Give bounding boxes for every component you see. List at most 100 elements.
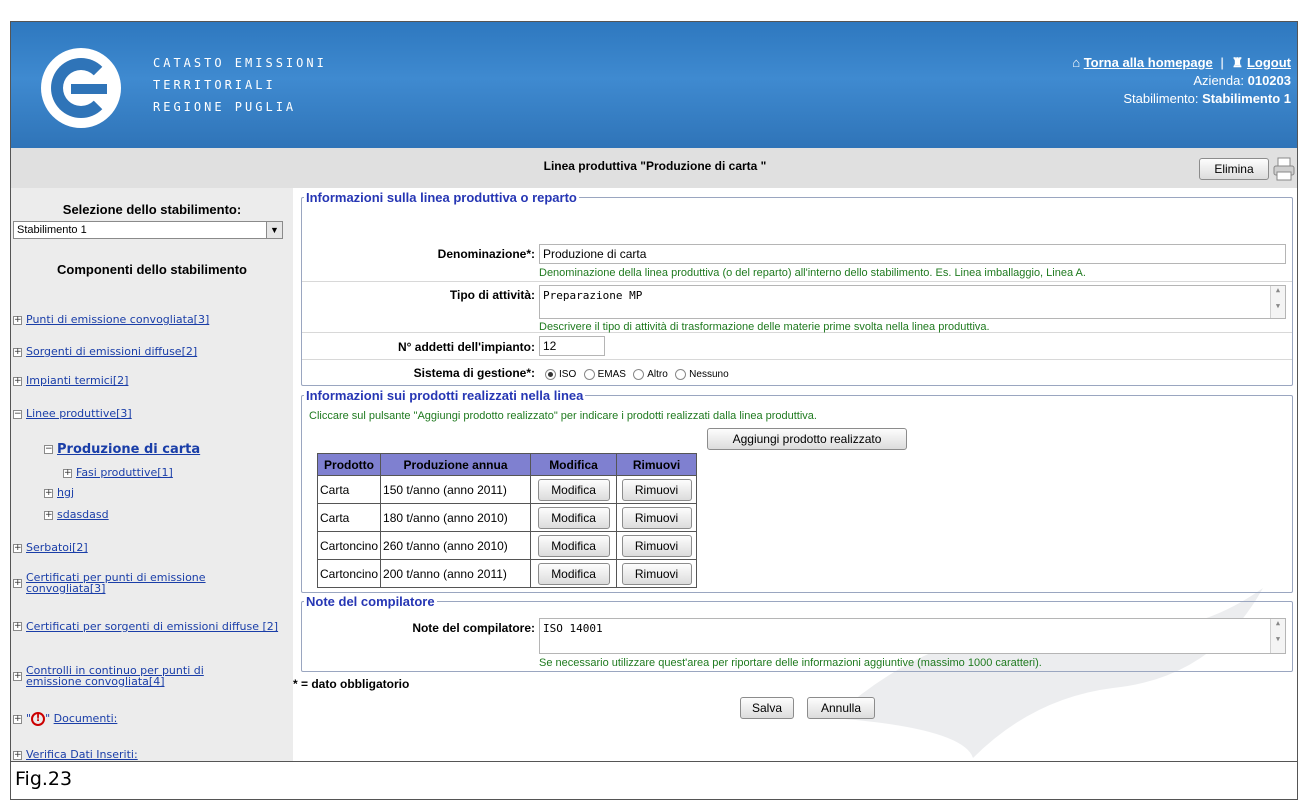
modifica-button[interactable]: Modifica <box>537 562 610 585</box>
sidebar-item-produzione-carta[interactable]: − Produzione di carta <box>44 442 200 457</box>
sidebar-item-controlli-continuo[interactable]: + Controlli in continuo per punti di emis… <box>13 665 253 687</box>
save-button[interactable]: Salva <box>740 697 794 719</box>
printer-icon[interactable] <box>1273 156 1295 182</box>
sidebar-item-label[interactable]: Produzione di carta <box>57 442 200 457</box>
sidebar-item-label[interactable]: Certificati per sorgenti di emissioni di… <box>26 621 278 632</box>
gestione-radio-group: ISO EMAS Altro Nessuno <box>545 366 733 380</box>
sidebar-item-hgj[interactable]: + hgj <box>44 486 74 499</box>
sidebar-item-linee-produttive[interactable]: − Linee produttive[3] <box>13 407 132 420</box>
expand-icon[interactable]: + <box>63 468 72 478</box>
expand-icon[interactable]: + <box>44 510 53 520</box>
textarea-scrollbar[interactable]: ▲ ▼ <box>1270 286 1285 318</box>
cell-prodotto: Cartoncino <box>316 531 382 560</box>
rimuovi-button[interactable]: Rimuovi <box>621 534 692 557</box>
expand-icon[interactable]: + <box>13 622 22 631</box>
radio-iso[interactable]: ISO <box>545 368 576 380</box>
rimuovi-button[interactable]: Rimuovi <box>621 478 692 501</box>
chevron-down-icon[interactable]: ▼ <box>266 222 282 238</box>
cell-produzione: 200 t/anno (anno 2011) <box>380 559 532 588</box>
radio-altro[interactable]: Altro <box>633 368 668 380</box>
prodotti-legend: Informazioni sui prodotti realizzati nel… <box>306 388 584 403</box>
collapse-icon[interactable]: − <box>13 409 22 419</box>
sidebar-item-label[interactable]: Certificati per punti di emissione convo… <box>26 572 275 594</box>
add-product-button[interactable]: Aggiungi prodotto realizzato <box>707 428 907 450</box>
denominazione-field[interactable]: Produzione di carta <box>539 244 1286 264</box>
rimuovi-button[interactable]: Rimuovi <box>621 562 692 585</box>
sidebar-item-sdasdasd[interactable]: + sdasdasd <box>44 508 109 521</box>
sidebar-item-label[interactable]: hgj <box>57 486 74 499</box>
radio-icon[interactable] <box>633 368 645 380</box>
textarea-scrollbar[interactable]: ▲ ▼ <box>1270 619 1285 653</box>
sidebar-item-label[interactable]: Controlli in continuo per punti di emiss… <box>26 665 253 687</box>
radio-icon[interactable] <box>675 368 687 380</box>
radio-nessuno[interactable]: Nessuno <box>675 368 729 380</box>
sidebar-item-fasi-produttive[interactable]: + Fasi produttive[1] <box>63 466 173 479</box>
expand-icon[interactable]: + <box>13 347 22 357</box>
required-note: * = dato obbligatorio <box>293 677 410 691</box>
logout-link[interactable]: Logout <box>1247 55 1291 70</box>
homepage-link[interactable]: Torna alla homepage <box>1084 55 1213 70</box>
modifica-button[interactable]: Modifica <box>537 478 610 501</box>
expand-icon[interactable]: + <box>44 488 53 498</box>
expand-icon[interactable]: + <box>13 750 22 760</box>
sidebar-item-label[interactable]: Linee produttive[3] <box>26 407 132 420</box>
cet-logo <box>41 48 121 128</box>
sidebar-item-verifica[interactable]: + Verifica Dati Inseriti: <box>13 748 138 761</box>
modifica-button[interactable]: Modifica <box>537 506 610 529</box>
sidebar-item-label[interactable]: Sorgenti di emissioni diffuse[2] <box>26 345 197 358</box>
cell-produzione: 180 t/anno (anno 2010) <box>380 503 532 532</box>
sidebar-item-documenti[interactable]: + "! " Documenti: <box>13 712 117 726</box>
cancel-button[interactable]: Annulla <box>807 697 875 719</box>
sidebar-item-label[interactable]: sdasdasd <box>57 508 109 521</box>
note-label: Note del compilatore: <box>412 621 535 635</box>
expand-icon[interactable]: + <box>13 578 22 588</box>
attivita-label: Tipo di attività: <box>449 288 535 302</box>
rimuovi-button[interactable]: Rimuovi <box>621 506 692 529</box>
components-heading: Componenti dello stabilimento <box>57 262 247 277</box>
expand-icon[interactable]: + <box>13 714 22 724</box>
sidebar-item-label[interactable]: Serbatoi[2] <box>26 541 88 554</box>
brand-title: Catasto Emissioni Territoriali Regione P… <box>153 52 327 118</box>
stabilimento-select[interactable]: Stabilimento 1 ▼ <box>13 221 283 239</box>
home-icon[interactable]: ⌂ <box>1072 55 1080 70</box>
sidebar-item-label[interactable]: Impianti termici[2] <box>26 374 128 387</box>
denominazione-help: Denominazione della linea produttiva (o … <box>539 267 1086 279</box>
sidebar-item-impianti-termici[interactable]: + Impianti termici[2] <box>13 374 128 387</box>
expand-icon[interactable]: + <box>13 543 22 553</box>
sidebar-item-certificati-sorgenti[interactable]: + Certificati per sorgenti di emissioni d… <box>13 621 295 632</box>
expand-icon[interactable]: + <box>13 315 22 325</box>
sidebar-item-label[interactable]: Punti di emissione convogliata[3] <box>26 313 209 326</box>
attivita-textarea[interactable]: Preparazione MP ▲ ▼ <box>539 285 1286 319</box>
sidebar: Selezione dello stabilimento: Stabilimen… <box>11 188 295 761</box>
col-produzione: Produzione annua <box>380 453 532 476</box>
col-modifica: Modifica <box>530 453 618 476</box>
brand-line-3: Regione Puglia <box>153 100 297 114</box>
radio-emas[interactable]: EMAS <box>583 368 626 380</box>
expand-icon[interactable]: + <box>13 376 22 386</box>
radio-icon[interactable] <box>583 368 595 380</box>
radio-icon[interactable] <box>545 368 556 380</box>
sidebar-item-punti-emissione[interactable]: + Punti di emissione convogliata[3] <box>13 313 209 326</box>
sidebar-item-sorgenti-diffuse[interactable]: + Sorgenti di emissioni diffuse[2] <box>13 345 197 358</box>
linea-legend: Informazioni sulla linea produttiva o re… <box>306 190 577 205</box>
collapse-icon[interactable]: − <box>44 445 53 454</box>
sidebar-item-certificati-punti[interactable]: + Certificati per punti di emissione conv… <box>13 572 275 594</box>
modifica-button[interactable]: Modifica <box>537 534 610 557</box>
title-bar: Linea produttiva "Produzione di carta " … <box>11 148 1297 188</box>
gestione-label: Sistema di gestione*: <box>413 366 535 380</box>
sidebar-item-label[interactable]: Verifica Dati Inseriti: <box>26 748 138 761</box>
brand-line-2: Territoriali <box>153 78 276 92</box>
note-value: ISO 14001 <box>543 622 603 635</box>
cell-produzione: 260 t/anno (anno 2010) <box>380 531 532 560</box>
expand-icon[interactable]: + <box>13 671 22 681</box>
sidebar-item-label[interactable]: Documenti: <box>54 712 118 725</box>
delete-button[interactable]: Elimina <box>1199 158 1269 180</box>
table-row: Cartoncino 200 t/anno (anno 2011) Modifi… <box>316 559 698 588</box>
note-textarea[interactable]: ISO 14001 ▲ ▼ <box>539 618 1286 654</box>
addetti-field[interactable]: 12 <box>539 336 605 356</box>
sidebar-item-serbatoi[interactable]: + Serbatoi[2] <box>13 541 88 554</box>
brand-line-1: Catasto Emissioni <box>153 56 327 70</box>
sidebar-item-label[interactable]: Fasi produttive[1] <box>76 466 173 479</box>
logout-icon[interactable]: ♜ <box>1232 55 1244 70</box>
azienda-value: 010203 <box>1247 73 1291 88</box>
